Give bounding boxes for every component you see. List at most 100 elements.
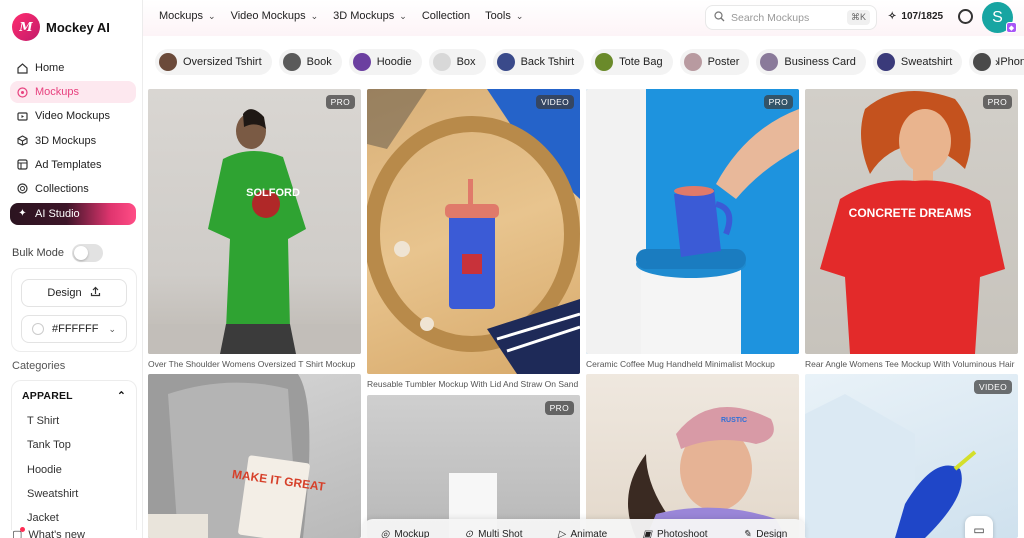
sidebar-item-collections[interactable]: Collections [10, 178, 136, 200]
avatar[interactable]: S ◆ [982, 2, 1017, 33]
mockup-image [586, 89, 799, 354]
bulk-mode-row: Bulk Mode [12, 244, 103, 262]
top-nav-mockups[interactable]: Mockups ⌄ [159, 10, 216, 22]
bottom-action-label: Multi Shot [478, 528, 523, 538]
mockup-card[interactable]: VIDEO [805, 374, 1018, 538]
chevron-down-icon: ⌄ [208, 11, 216, 21]
sidebar-item-ai-studio[interactable]: ✦ AI Studio [10, 202, 136, 225]
category-chip[interactable]: Book [278, 49, 342, 75]
categories-title: Categories [12, 360, 66, 372]
card-caption: Over The Shoulder Womens Oversized T Shi… [148, 359, 356, 369]
cap-text: RUSTIC [721, 417, 747, 424]
design-upload-button[interactable]: Design [21, 279, 127, 307]
top-nav-label: 3D Mockups [333, 10, 395, 22]
top-nav-collection[interactable]: Collection [422, 10, 470, 22]
brand-name: Mockey AI [46, 19, 110, 35]
sidebar-item-video-mockups[interactable]: Video Mockups [10, 105, 136, 127]
category-item[interactable]: Tank Top [27, 433, 136, 457]
chip-thumbnail [683, 53, 702, 71]
sidebar-item-home[interactable]: Home [10, 57, 136, 79]
mockups-icon [17, 87, 28, 98]
chip-thumbnail [973, 53, 992, 71]
sidebar-item-label: AI Studio [35, 207, 80, 220]
category-item[interactable]: Jacket [27, 506, 136, 530]
category-chip[interactable]: Sweatshirt [872, 49, 963, 75]
category-chip[interactable]: Back Tshirt [492, 49, 585, 75]
mockup-card[interactable]: VIDEO [367, 89, 580, 374]
mockup-card[interactable]: SOLFORD PRO [148, 89, 361, 354]
chip-label: Book [306, 56, 332, 68]
category-chip[interactable]: Oversized Tshirt [155, 49, 272, 75]
category-chip[interactable]: Tote Bag [591, 49, 673, 75]
top-nav-video-mockups[interactable]: Video Mockups ⌄ [231, 10, 319, 22]
top-nav-label: Mockups [159, 10, 204, 22]
category-item[interactable]: Sweatshirt [27, 482, 136, 506]
category-chips: Oversized Tshirt Book Hoodie Box Back Tshirt… [155, 49, 1024, 75]
chat-icon[interactable]: ▭ [965, 516, 993, 538]
search-icon [714, 10, 725, 25]
mockup-card[interactable]: PRO [367, 395, 580, 538]
mockup-icon: ◎ [380, 528, 390, 538]
avatar-letter: S [992, 8, 1003, 26]
bottom-action-multi-shot[interactable]: ⊙ Multi Shot [465, 529, 523, 538]
category-chip[interactable]: Business Card [756, 49, 866, 75]
pro-badge: PRO [325, 95, 355, 109]
top-nav-tools[interactable]: Tools ⌄ [485, 10, 523, 22]
category-group-apparel[interactable]: APPAREL ⌃ [12, 381, 136, 402]
chip-label: Hoodie [376, 56, 412, 68]
credits-counter[interactable]: ✧ 107/1825 [888, 11, 943, 22]
bottom-action-label: Animate [570, 528, 608, 538]
card-caption: Reusable Tumbler Mockup With Lid And Str… [367, 379, 579, 389]
search-input[interactable]: Search Mockups ⌘K [705, 5, 877, 30]
chip-thumbnail [496, 53, 515, 71]
chip-thumbnail [282, 53, 301, 71]
sidebar-item-label: Ad Templates [35, 158, 102, 171]
mockup-image: RUSTIC [628, 407, 786, 538]
category-item[interactable]: Hoodie [27, 458, 136, 482]
category-chip[interactable]: Box [428, 49, 486, 75]
pro-badge: PRO [982, 95, 1012, 109]
bulk-mode-toggle[interactable] [71, 244, 103, 262]
mockup-image [805, 394, 977, 538]
mockup-card[interactable]: PRO [586, 89, 799, 354]
category-item[interactable]: T Shirt [27, 409, 136, 433]
bottom-action-mockup[interactable]: ◎ Mockup [381, 529, 430, 538]
mockup-card[interactable]: CONCRETE DREAMS PRO [805, 89, 1018, 354]
chevron-right-icon[interactable]: › [995, 55, 999, 69]
sidebar-item-mockups[interactable]: Mockups [10, 81, 136, 104]
bottom-action-label: Photoshoot [656, 528, 708, 538]
logo-icon: M [12, 13, 40, 41]
sidebar-item-ad-templates[interactable]: Ad Templates [10, 154, 136, 176]
mockup-card[interactable]: MAKE IT GREAT [148, 374, 361, 538]
chip-label: Business Card [784, 56, 856, 68]
sidebar-item-3d-mockups[interactable]: 3D Mockups [10, 130, 136, 152]
chip-label: Oversized Tshirt [183, 56, 262, 68]
whats-new-label: What's new [28, 528, 85, 538]
notification-icon[interactable] [958, 9, 973, 24]
category-chip[interactable]: Hoodie [348, 49, 422, 75]
brand-logo[interactable]: M Mockey AI [12, 13, 110, 41]
design-button-label: Design [47, 287, 82, 299]
sidebar-item-label: Video Mockups [35, 110, 111, 123]
category-chip[interactable]: Poster [679, 49, 750, 75]
mockup-card[interactable]: RUSTIC [586, 374, 799, 538]
bottom-action-photoshoot[interactable]: ▣ Photoshoot [642, 529, 707, 538]
animate-icon: ▷ [557, 528, 566, 538]
categories-box: APPAREL ⌃ T Shirt Tank Top Hoodie Sweats… [11, 380, 137, 530]
bottom-action-animate[interactable]: ▷ Animate [558, 529, 607, 538]
bottom-action-design[interactable]: ✎ Design [743, 529, 788, 538]
chip-thumbnail [876, 53, 895, 71]
whats-new-link[interactable]: ▢ What's new [12, 527, 85, 538]
chevron-up-icon: ⌃ [117, 390, 126, 402]
video-badge: VIDEO [974, 380, 1012, 394]
sidebar-nav: Home Mockups Video Mockups 3D Mockups Ad… [10, 57, 136, 227]
color-select[interactable]: #FFFFFF ⌄ [21, 315, 127, 343]
design-icon: ✎ [742, 528, 752, 538]
category-list: T Shirt Tank Top Hoodie Sweatshirt Jacke… [12, 402, 136, 530]
top-nav: Mockups ⌄ Video Mockups ⌄ 3D Mockups ⌄ Coll… [159, 10, 523, 22]
top-nav-3d-mockups[interactable]: 3D Mockups ⌄ [333, 10, 407, 22]
upload-icon [90, 286, 101, 300]
top-nav-label: Tools [485, 10, 511, 22]
video-badge: VIDEO [536, 95, 574, 109]
card-caption: Rear Angle Womens Tee Mockup With Volumi… [805, 359, 1015, 369]
